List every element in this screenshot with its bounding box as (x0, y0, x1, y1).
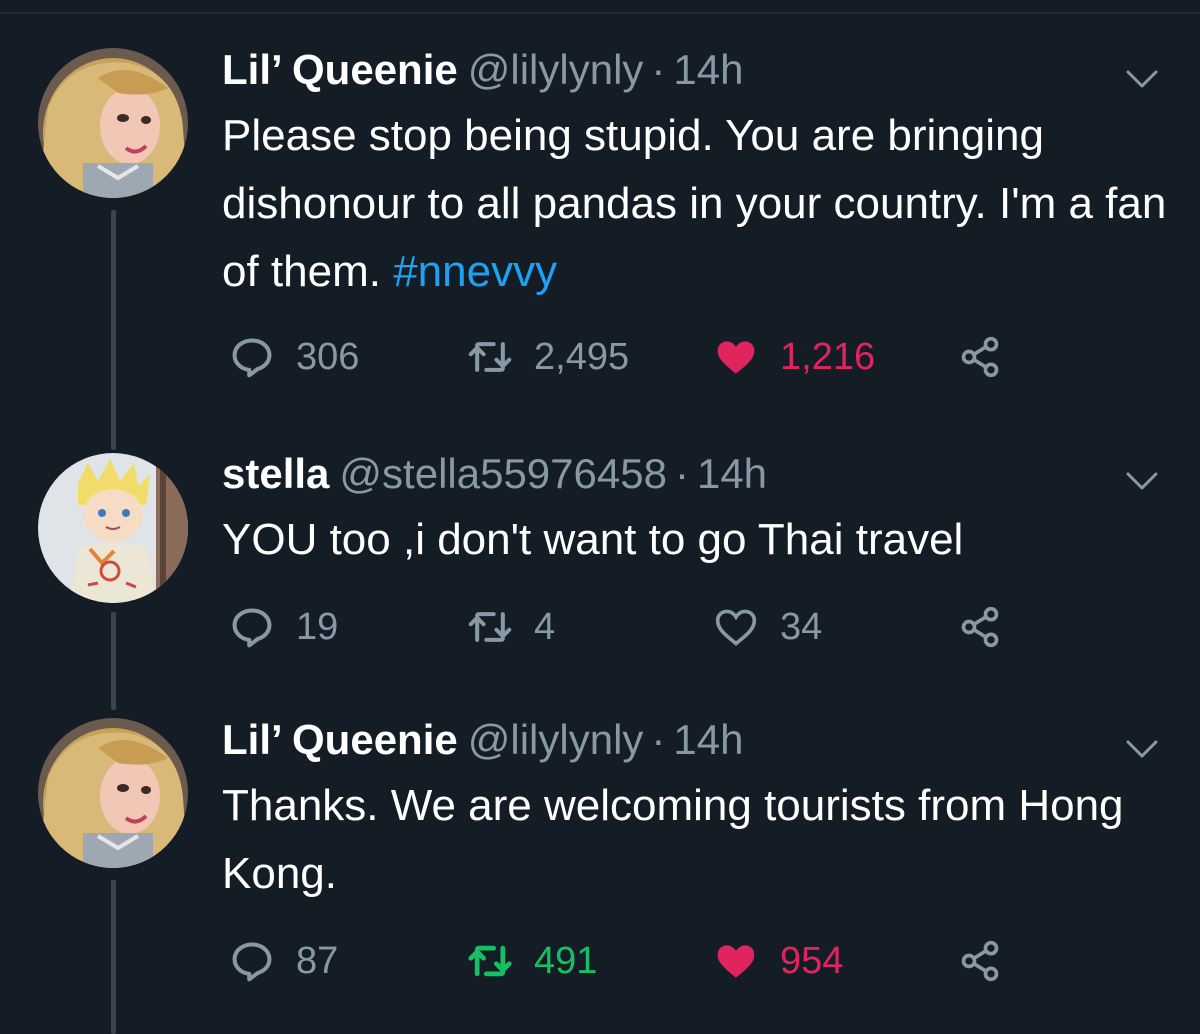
reply-button[interactable]: 306 (230, 332, 359, 382)
username[interactable]: @lilylynly (468, 46, 644, 94)
tweet-header: Lil’ Queenie @lilylynly · 14h (222, 46, 743, 96)
display-name[interactable]: Lil’ Queenie (222, 716, 458, 764)
like-button[interactable]: 954 (714, 936, 843, 986)
avatar-stella[interactable] (38, 453, 188, 603)
like-button[interactable]: 34 (714, 602, 822, 652)
share-icon (961, 336, 999, 378)
tweet-header: stella @stella55976458 · 14h (222, 450, 767, 500)
share-button[interactable] (958, 332, 1024, 382)
tweet-body: Thanks. We are welcoming tourists from H… (222, 781, 1124, 898)
heart-icon (717, 945, 755, 978)
avatar-image (38, 48, 188, 198)
retweet-count: 4 (534, 605, 556, 648)
separator: · (651, 46, 666, 93)
tweet-actions: 306 2,495 1,216 (222, 332, 1022, 382)
avatar-lilqueenie[interactable] (38, 48, 188, 198)
chevron-down-icon (1126, 472, 1158, 490)
like-count: 954 (780, 939, 844, 982)
top-divider (0, 12, 1200, 14)
like-button[interactable]: 1,216 (714, 332, 875, 382)
timestamp[interactable]: 14h (673, 46, 743, 94)
display-name[interactable]: stella (222, 450, 329, 498)
heart-icon (717, 341, 755, 374)
share-button[interactable] (958, 602, 1024, 652)
tweet-body: Please stop being stupid. You are bringi… (222, 111, 1167, 296)
retweet-count: 2,495 (534, 335, 630, 378)
tweet-2[interactable]: stella @stella55976458 · 14h YOU too ,i … (0, 450, 1200, 680)
share-icon (961, 606, 999, 648)
avatar-image (38, 453, 188, 603)
like-count: 34 (780, 605, 823, 648)
tweet-actions: 19 4 34 (222, 602, 1022, 652)
reply-count: 19 (296, 605, 339, 648)
tweet-text: Thanks. We are welcoming tourists from H… (222, 772, 1172, 908)
tweet-text: Please stop being stupid. You are bringi… (222, 102, 1172, 306)
reply-count: 87 (296, 939, 339, 982)
tweet-3[interactable]: Lil’ Queenie @lilylynly · 14h Thanks. We… (0, 716, 1200, 1034)
tweet-menu-button[interactable] (1122, 734, 1162, 764)
retweet-button[interactable]: 491 (468, 936, 597, 986)
tweet-text: YOU too ,i don't want to go Thai travel (222, 506, 1172, 574)
like-count: 1,216 (780, 335, 876, 378)
tweet-menu-button[interactable] (1122, 466, 1162, 496)
reply-icon (232, 338, 272, 378)
timestamp[interactable]: 14h (673, 716, 743, 764)
timestamp[interactable]: 14h (697, 450, 767, 498)
retweet-icon (468, 612, 512, 642)
heart-outline-icon (715, 609, 757, 646)
retweet-button[interactable]: 2,495 (468, 332, 629, 382)
separator: · (651, 716, 666, 763)
chevron-down-icon (1126, 70, 1158, 88)
reply-icon (232, 608, 272, 648)
tweet-header: Lil’ Queenie @lilylynly · 14h (222, 716, 743, 766)
share-icon (961, 940, 999, 982)
retweet-icon (468, 342, 512, 372)
display-name[interactable]: Lil’ Queenie (222, 46, 458, 94)
reply-count: 306 (296, 335, 360, 378)
retweet-button[interactable]: 4 (468, 602, 555, 652)
retweet-count: 491 (534, 939, 598, 982)
username[interactable]: @lilylynly (468, 716, 644, 764)
share-button[interactable] (958, 936, 1024, 986)
chevron-down-icon (1126, 740, 1158, 758)
avatar-lilqueenie[interactable] (38, 718, 188, 868)
tweet-1[interactable]: Lil’ Queenie @lilylynly · 14h Please sto… (0, 46, 1200, 386)
tweet-body: YOU too ,i don't want to go Thai travel (222, 515, 964, 564)
reply-button[interactable]: 19 (230, 602, 338, 652)
reply-icon (232, 942, 272, 982)
username[interactable]: @stella55976458 (339, 450, 667, 498)
retweet-icon (468, 945, 512, 977)
hashtag-link[interactable]: #nnevvy (393, 247, 557, 296)
reply-button[interactable]: 87 (230, 936, 338, 986)
avatar-image (38, 718, 188, 868)
tweet-actions: 87 491 954 (222, 936, 1022, 986)
separator: · (674, 450, 689, 497)
tweet-menu-button[interactable] (1122, 64, 1162, 94)
